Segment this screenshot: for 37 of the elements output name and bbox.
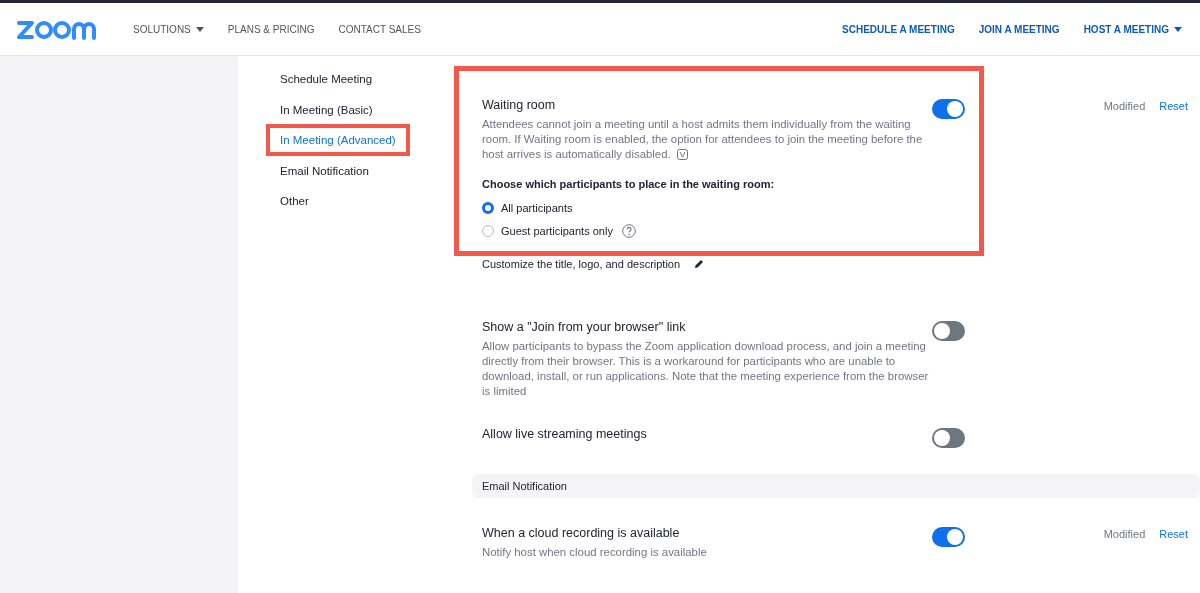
sidebar-item[interactable]: Other bbox=[266, 185, 323, 218]
toggle-switch[interactable] bbox=[932, 321, 965, 341]
setting-title: Show a "Join from your browser" link bbox=[482, 319, 687, 336]
reset-link[interactable]: Reset bbox=[1159, 528, 1188, 560]
setting-title: Allow live streaming meetings bbox=[482, 426, 648, 443]
toggle-switch[interactable] bbox=[932, 99, 965, 119]
setting-title: When a cloud recording is available bbox=[482, 525, 681, 542]
sidebar-item[interactable]: In Meeting (Advanced) bbox=[266, 124, 410, 157]
header-link[interactable]: SCHEDULE A MEETING bbox=[842, 23, 955, 35]
header-link[interactable]: HOST A MEETING bbox=[1083, 23, 1182, 35]
reset-link[interactable]: Reset bbox=[1159, 100, 1188, 242]
options-heading: Choose which participants to place in the waiting room: bbox=[482, 178, 776, 190]
nav-link[interactable]: PLANS & PRICING bbox=[227, 23, 315, 35]
help-icon[interactable] bbox=[621, 223, 636, 238]
setting-description: Allow participants to bypass the Zoom application download process, and join a meeting directly from their browser. This is a workaround for participants who are unable to download, install, or run applications. Note that the meeting experience from the browser is limited bbox=[482, 339, 930, 399]
status-label: Modified bbox=[1103, 100, 1146, 114]
sidebar-item[interactable]: In Meeting (Basic) bbox=[266, 93, 387, 126]
section-header: Email Notification bbox=[472, 474, 1200, 498]
nav-link[interactable]: CONTACT SALES bbox=[338, 23, 421, 35]
toggle-switch[interactable] bbox=[932, 527, 965, 547]
sidebar-item[interactable]: Schedule Meeting bbox=[266, 63, 387, 96]
setting-description: Attendees cannot join a meeting until a host admits them individually from the waiting room. If Waiting room is enabled, the option for attendees to join the meeting before the host arrives is automatically disabled. bbox=[482, 117, 924, 162]
customize-link[interactable]: Customize the title, logo, and description bbox=[482, 258, 681, 270]
option-label: All participants bbox=[501, 201, 573, 214]
caret-icon bbox=[195, 26, 204, 32]
radio-button[interactable] bbox=[482, 201, 494, 214]
setting-description: Notify host when cloud recording is available bbox=[482, 545, 708, 560]
sidebar-item[interactable]: Email Notification bbox=[266, 154, 383, 187]
option-label: Guest participants only bbox=[501, 224, 613, 237]
header-link[interactable]: JOIN A MEETING bbox=[978, 23, 1060, 35]
info-icon[interactable] bbox=[676, 149, 688, 160]
nav-link[interactable]: SOLUTIONS bbox=[133, 23, 204, 35]
pencil-icon[interactable] bbox=[694, 259, 705, 269]
toggle-switch[interactable] bbox=[932, 428, 965, 448]
setting-title: Waiting room bbox=[482, 97, 557, 114]
caret-icon bbox=[1174, 26, 1182, 32]
status-label: Modified bbox=[1103, 528, 1146, 542]
